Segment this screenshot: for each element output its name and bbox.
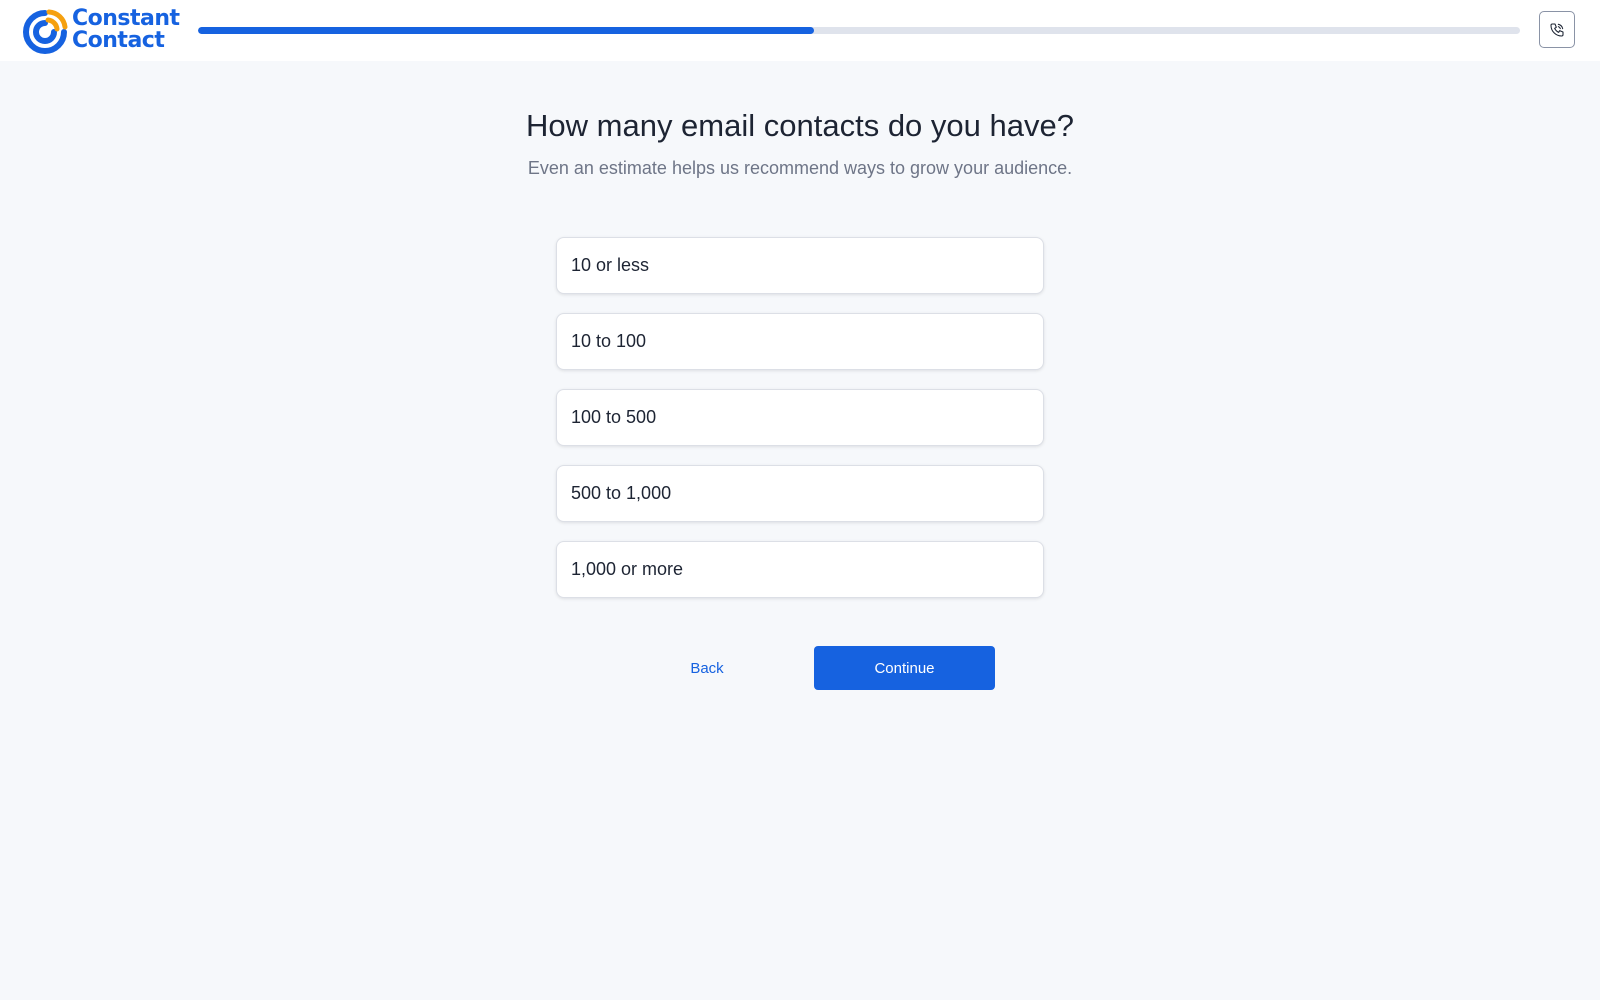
option-1000-or-more[interactable]: 1,000 or more [556, 541, 1044, 598]
progress-bar-fill [198, 27, 815, 34]
logo-line-1: Constant [72, 6, 180, 31]
option-label: 10 or less [571, 255, 650, 275]
constant-contact-logo[interactable]: Constant Contact [22, 7, 182, 55]
continue-button[interactable]: Continue [814, 646, 995, 690]
logo-line-2: Contact [72, 28, 165, 53]
contact-count-options: 10 or less 10 to 100 100 to 500 500 to 1… [556, 237, 1044, 617]
option-label: 500 to 1,000 [571, 483, 672, 503]
option-10-or-less[interactable]: 10 or less [556, 237, 1044, 294]
phone-support-button[interactable] [1539, 11, 1575, 48]
question-heading: How many email contacts do you have? [526, 108, 1074, 143]
option-label: 10 to 100 [571, 331, 647, 351]
back-button[interactable]: Back [660, 647, 754, 689]
logo-mark-icon [23, 9, 68, 54]
option-10-to-100[interactable]: 10 to 100 [556, 313, 1044, 370]
option-label: 1,000 or more [571, 559, 684, 579]
top-bar: Constant Contact [0, 0, 1600, 61]
phone-icon [1550, 22, 1564, 37]
option-label: 100 to 500 [571, 407, 657, 427]
option-100-to-500[interactable]: 100 to 500 [556, 389, 1044, 446]
logo-wordmark: Constant Contact [72, 8, 180, 52]
progress-bar [198, 27, 1520, 34]
option-500-to-1000[interactable]: 500 to 1,000 [556, 465, 1044, 522]
question-subtitle: Even an estimate helps us recommend ways… [527, 158, 1073, 178]
